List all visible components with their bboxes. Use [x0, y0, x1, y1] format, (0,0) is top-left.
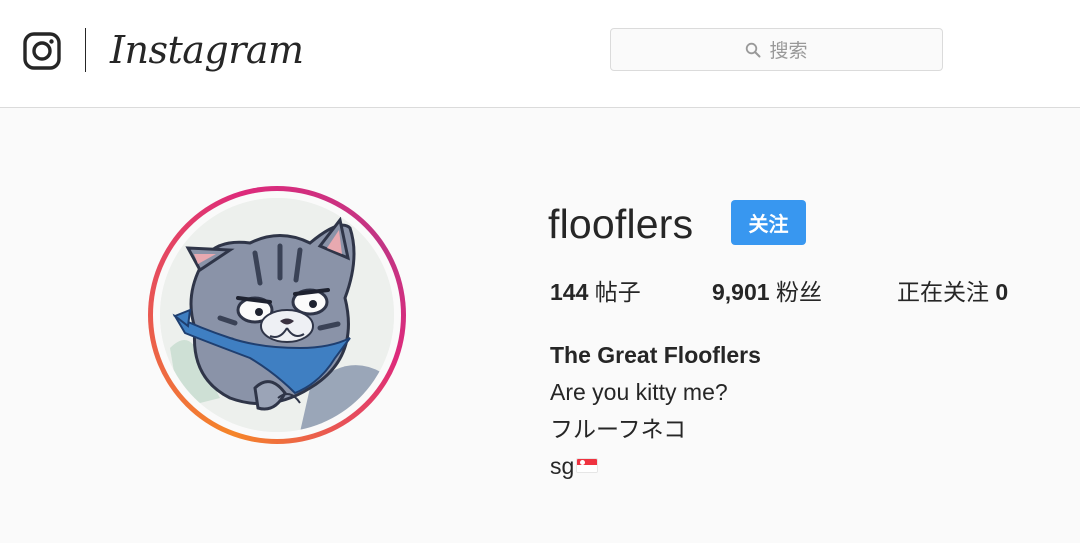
- posts-count-value: 144: [550, 279, 589, 305]
- cat-illustration-avatar: [160, 198, 394, 432]
- follow-button[interactable]: 关注: [731, 200, 806, 245]
- followers-count[interactable]: 9,901 粉丝: [712, 276, 822, 308]
- profile-full-name: The Great Flooflers: [550, 342, 761, 368]
- search-placeholder: 搜索: [769, 41, 808, 62]
- followers-count-label: 粉丝: [775, 279, 822, 305]
- logo-divider: [85, 28, 86, 72]
- posts-count: 144 帖子: [550, 276, 641, 308]
- bio-line: Are you kitty me?: [550, 379, 728, 405]
- avatar[interactable]: [160, 198, 394, 432]
- instagram-camera-icon[interactable]: [23, 32, 61, 70]
- avatar-story-ring[interactable]: [148, 186, 406, 444]
- bio-line: フルーフネコ: [550, 416, 687, 442]
- followers-count-value: 9,901: [712, 279, 770, 305]
- search-icon: [746, 42, 761, 57]
- profile-username: flooflers: [548, 201, 694, 247]
- posts-count-label: 帖子: [594, 279, 641, 305]
- bio-country-text: sg: [550, 453, 575, 479]
- instagram-wordmark[interactable]: Instagram: [110, 24, 304, 76]
- following-count-label: 正在关注: [897, 279, 989, 305]
- search-input[interactable]: 搜索: [610, 28, 943, 71]
- following-count[interactable]: 正在关注 0: [897, 276, 1008, 308]
- following-count-value: 0: [995, 279, 1009, 305]
- top-navigation-bar: Instagram 搜索: [0, 0, 1080, 108]
- singapore-flag-icon: [576, 457, 599, 473]
- bio-line: sg: [550, 450, 599, 482]
